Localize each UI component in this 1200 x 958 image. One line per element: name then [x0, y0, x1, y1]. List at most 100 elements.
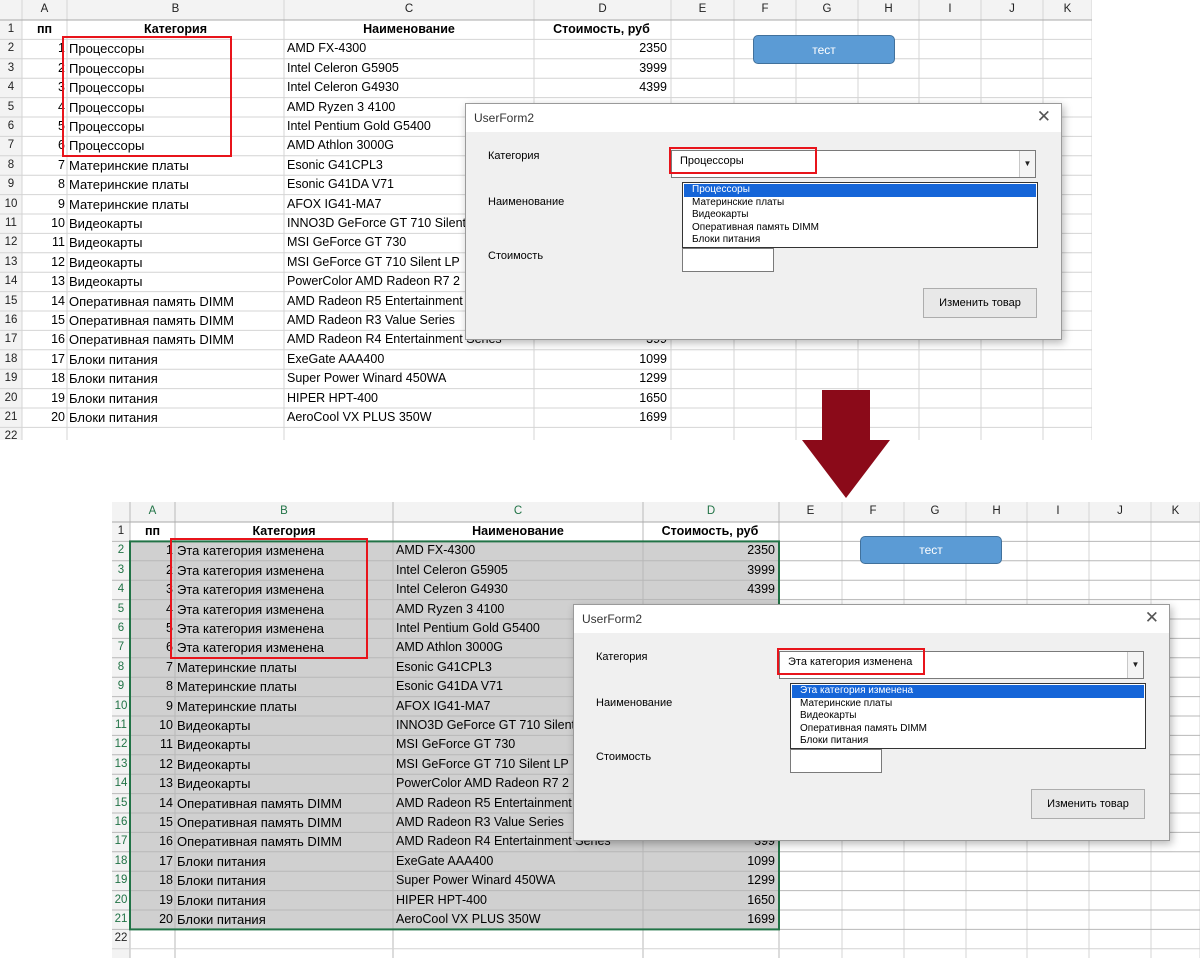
cell-pp[interactable]: 16 [132, 832, 173, 851]
cell-name[interactable]: Super Power Winard 450WA [287, 369, 446, 388]
row-header[interactable]: 22 [112, 929, 130, 948]
cell-name[interactable]: AFOX IG41-MA7 [287, 195, 381, 214]
cell-category[interactable]: Оперативная память DIMM [69, 330, 282, 349]
column-header-g[interactable]: G [904, 502, 966, 522]
cell-name[interactable]: Super Power Winard 450WA [396, 871, 555, 890]
change-item-button[interactable]: Изменить товар [923, 288, 1037, 318]
cell-name[interactable]: AMD Athlon 3000G [287, 136, 394, 155]
cell-pp[interactable]: 11 [24, 233, 65, 252]
cell-pp[interactable]: 18 [132, 871, 173, 890]
row-header[interactable]: 7 [112, 638, 130, 657]
cell-cost[interactable]: 3999 [536, 59, 667, 78]
cell-name[interactable]: Esonic G41CPL3 [396, 658, 492, 677]
cell-pp[interactable]: 18 [24, 369, 65, 388]
column-header-h[interactable]: H [858, 0, 919, 20]
cell-name[interactable]: AMD FX-4300 [396, 541, 475, 560]
form-titlebar[interactable]: UserForm2 ✕ [466, 104, 1061, 132]
column-header-k[interactable]: K [1151, 502, 1200, 522]
cell-name[interactable]: AMD Athlon 3000G [396, 638, 503, 657]
cell-name[interactable]: Intel Celeron G4930 [287, 78, 399, 97]
dropdown-option[interactable]: Блоки питания [684, 234, 1036, 247]
cell-category[interactable]: Видеокарты [177, 716, 391, 735]
chevron-down-icon[interactable]: ▼ [1019, 151, 1035, 177]
column-header-j[interactable]: J [1089, 502, 1151, 522]
column-header-k[interactable]: K [1043, 0, 1092, 20]
cell-name[interactable]: AMD Radeon R5 Entertainment [287, 292, 463, 311]
row-header[interactable]: 17 [0, 330, 22, 349]
cell-cost[interactable]: 1099 [645, 852, 775, 871]
row-header[interactable]: 8 [0, 156, 22, 175]
cell-pp[interactable]: 17 [24, 350, 65, 369]
row-header[interactable]: 19 [112, 871, 130, 890]
cell-name[interactable]: MSI GeForce GT 710 Silent LP [287, 253, 460, 272]
cell-pp[interactable]: 19 [24, 389, 65, 408]
row-header[interactable]: 18 [112, 852, 130, 871]
cell-category[interactable]: Оперативная память DIMM [69, 311, 282, 330]
cell-pp[interactable]: 10 [132, 716, 173, 735]
column-header-a[interactable]: A [130, 502, 175, 522]
cell-cost[interactable]: 1650 [645, 891, 775, 910]
row-header[interactable]: 20 [0, 389, 22, 408]
cell-pp[interactable]: 20 [24, 408, 65, 427]
cell-name[interactable]: Наименование [287, 20, 531, 39]
cell-pp[interactable]: 20 [132, 910, 173, 929]
row-header[interactable]: 5 [0, 98, 22, 117]
cell-cost[interactable]: 1299 [536, 369, 667, 388]
dropdown-option[interactable]: Материнские платы [792, 698, 1144, 711]
column-header-d[interactable]: D [534, 0, 671, 20]
cell-cost[interactable]: 1650 [536, 389, 667, 408]
row-header[interactable]: 16 [0, 311, 22, 330]
row-header[interactable]: 10 [112, 697, 130, 716]
cell-pp[interactable]: 6 [24, 136, 65, 155]
row-header[interactable]: 4 [0, 78, 22, 97]
cell-name[interactable]: Esonic G41CPL3 [287, 156, 383, 175]
cell-category[interactable]: Видеокарты [177, 774, 391, 793]
chevron-down-icon[interactable]: ▼ [1127, 652, 1143, 678]
cell-category[interactable]: Видеокарты [69, 253, 282, 272]
column-header-i[interactable]: I [1027, 502, 1089, 522]
row-header[interactable]: 4 [112, 580, 130, 599]
row-header[interactable]: 15 [112, 794, 130, 813]
cell-category[interactable]: Видеокарты [69, 214, 282, 233]
column-header-c[interactable]: C [393, 502, 643, 522]
cell-pp[interactable]: 13 [24, 272, 65, 291]
column-header-f[interactable]: F [734, 0, 796, 20]
dropdown-option[interactable]: Процессоры [684, 184, 1036, 197]
row-header[interactable]: 8 [112, 658, 130, 677]
cell-name[interactable]: Intel Celeron G5905 [287, 59, 399, 78]
cell-cost[interactable]: 1099 [536, 350, 667, 369]
cost-input[interactable] [790, 749, 882, 773]
cell-pp[interactable]: 14 [24, 292, 65, 311]
cell-category[interactable]: Блоки питания [69, 389, 282, 408]
cell-name[interactable]: AMD Ryzen 3 4100 [287, 98, 395, 117]
row-header[interactable]: 22 [0, 427, 22, 440]
cell-pp[interactable]: 4 [132, 600, 173, 619]
cell-name[interactable]: HIPER HPT-400 [396, 891, 487, 910]
cell-pp[interactable]: 1 [132, 541, 173, 560]
row-header[interactable]: 12 [112, 735, 130, 754]
row-header[interactable]: 2 [0, 39, 22, 58]
row-header[interactable]: 7 [0, 136, 22, 155]
cell-category[interactable]: Блоки питания [69, 408, 282, 427]
column-header-f[interactable]: F [842, 502, 904, 522]
row-header[interactable]: 13 [112, 755, 130, 774]
cell-category[interactable]: Блоки питания [69, 369, 282, 388]
cell-pp[interactable]: 19 [132, 891, 173, 910]
cell-name[interactable]: Esonic G41DA V71 [287, 175, 394, 194]
row-header[interactable]: 2 [112, 541, 130, 560]
cell-pp[interactable]: 15 [24, 311, 65, 330]
cell-name[interactable]: HIPER HPT-400 [287, 389, 378, 408]
row-header[interactable]: 1 [112, 522, 130, 541]
cell-name[interactable]: AMD FX-4300 [287, 39, 366, 58]
cell-pp[interactable]: пп [132, 522, 173, 541]
cell-category[interactable]: Видеокарты [177, 735, 391, 754]
row-header[interactable]: 14 [112, 774, 130, 793]
cell-cost[interactable]: 1699 [645, 910, 775, 929]
row-header[interactable]: 17 [112, 832, 130, 851]
cell-pp[interactable]: 5 [132, 619, 173, 638]
cell-name[interactable]: AFOX IG41-MA7 [396, 697, 490, 716]
column-header-g[interactable]: G [796, 0, 858, 20]
cell-cost[interactable]: Стоимость, руб [536, 20, 667, 39]
row-header[interactable]: 6 [0, 117, 22, 136]
cost-input[interactable] [682, 248, 774, 272]
